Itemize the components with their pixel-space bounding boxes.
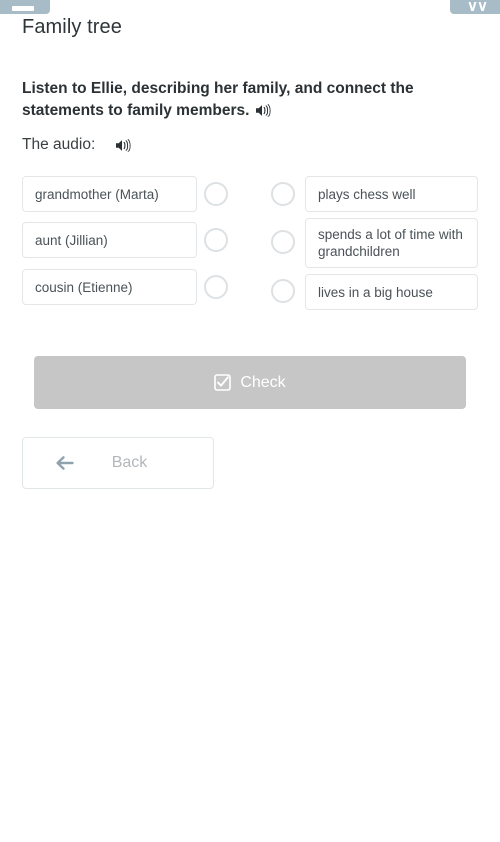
connector-circle-right[interactable] (271, 182, 295, 206)
menu-button[interactable] (0, 0, 50, 14)
top-chrome-bar: ∨∨ (0, 0, 500, 14)
audio-label: The audio: (22, 136, 96, 153)
hamburger-icon (12, 6, 34, 11)
check-button[interactable]: Check (34, 356, 466, 409)
connector-circle-left[interactable] (204, 228, 228, 252)
connector-circle-left[interactable] (204, 275, 228, 299)
item-label: plays chess well (318, 186, 416, 202)
instruction-text: Listen to Ellie, describing her family, … (22, 80, 414, 119)
back-button[interactable]: Back (22, 437, 214, 489)
connector-circle-right[interactable] (271, 279, 295, 303)
connector-circle-right[interactable] (271, 230, 295, 254)
list-item[interactable]: lives in a big house (305, 274, 478, 310)
item-label: spends a lot of time with grandchildren (318, 227, 463, 259)
item-label: cousin (Etienne) (35, 279, 133, 295)
page-title: Family tree (22, 16, 123, 38)
list-item[interactable]: plays chess well (305, 176, 478, 212)
check-button-label: Check (240, 373, 286, 391)
task-instructions: Listen to Ellie, describing her family, … (22, 78, 462, 122)
collapse-button[interactable]: ∨∨ (450, 0, 500, 14)
list-item[interactable]: aunt (Jillian) (22, 222, 197, 258)
speaker-icon[interactable] (115, 138, 131, 153)
list-item[interactable]: cousin (Etienne) (22, 269, 197, 305)
arrow-left-icon (55, 455, 74, 471)
list-item[interactable]: spends a lot of time with grandchildren (305, 218, 478, 268)
back-button-label: Back (111, 454, 148, 471)
audio-row: The audio: (22, 136, 131, 154)
list-item[interactable]: grandmother (Marta) (22, 176, 197, 212)
chevron-down-icon: ∨∨ (467, 2, 487, 11)
speaker-icon[interactable] (255, 103, 271, 118)
item-label: grandmother (Marta) (35, 186, 159, 202)
item-label: lives in a big house (318, 284, 433, 300)
item-label: aunt (Jillian) (35, 232, 108, 248)
checkbox-checked-icon (214, 374, 232, 391)
connector-circle-left[interactable] (204, 182, 228, 206)
